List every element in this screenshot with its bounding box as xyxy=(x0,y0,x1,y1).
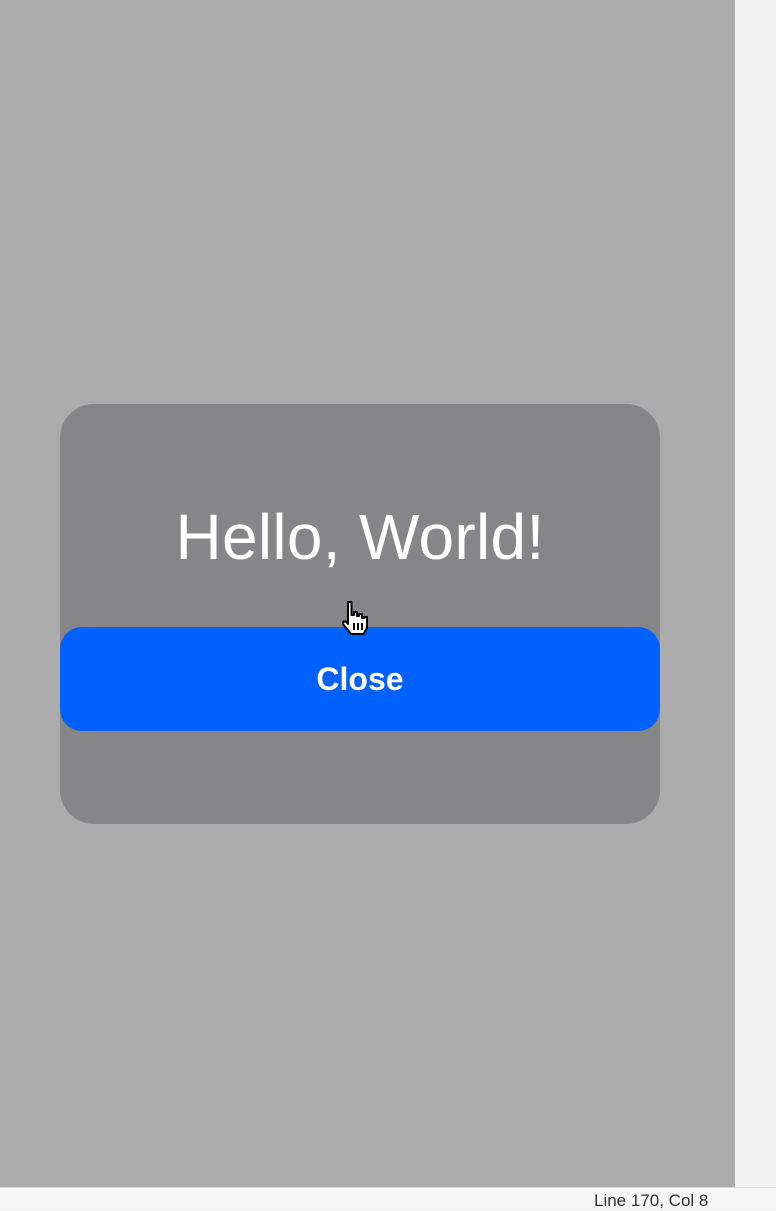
status-bar: Line 170, Col 8 xyxy=(0,1187,776,1210)
close-button[interactable]: Close xyxy=(60,627,660,731)
right-side-panel xyxy=(735,0,776,1187)
modal-title: Hello, World! xyxy=(175,501,545,573)
page-viewport: Hello, World! Close xyxy=(0,0,735,1187)
hand-pointer-icon xyxy=(342,601,368,635)
cursor-position-status: Line 170, Col 8 xyxy=(594,1191,709,1210)
